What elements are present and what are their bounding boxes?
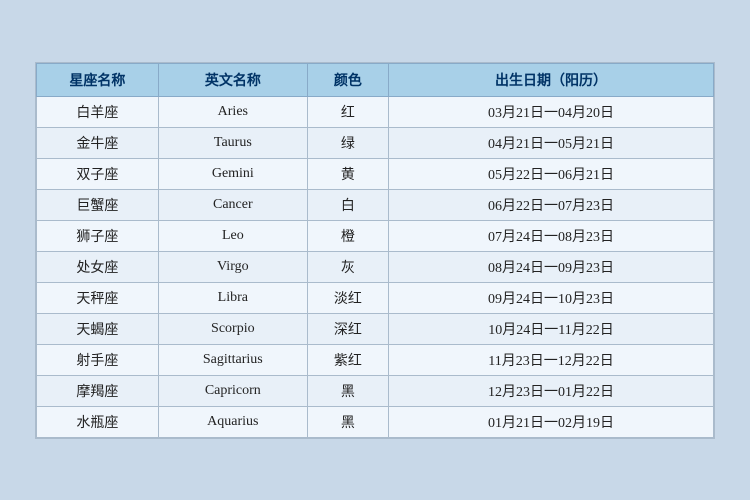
cell-chinese: 巨蟹座 <box>37 189 159 220</box>
cell-date: 04月21日一05月21日 <box>389 127 714 158</box>
cell-chinese: 双子座 <box>37 158 159 189</box>
cell-date: 05月22日一06月21日 <box>389 158 714 189</box>
cell-english: Cancer <box>158 189 307 220</box>
cell-chinese: 天秤座 <box>37 282 159 313</box>
header-chinese: 星座名称 <box>37 63 159 96</box>
cell-chinese: 处女座 <box>37 251 159 282</box>
cell-date: 06月22日一07月23日 <box>389 189 714 220</box>
cell-date: 07月24日一08月23日 <box>389 220 714 251</box>
cell-date: 01月21日一02月19日 <box>389 406 714 437</box>
cell-english: Aries <box>158 96 307 127</box>
cell-date: 11月23日一12月22日 <box>389 344 714 375</box>
cell-color: 黑 <box>307 406 388 437</box>
cell-color: 绿 <box>307 127 388 158</box>
cell-english: Aquarius <box>158 406 307 437</box>
cell-english: Leo <box>158 220 307 251</box>
cell-color: 白 <box>307 189 388 220</box>
cell-color: 深红 <box>307 313 388 344</box>
cell-color: 橙 <box>307 220 388 251</box>
cell-chinese: 摩羯座 <box>37 375 159 406</box>
cell-date: 12月23日一01月22日 <box>389 375 714 406</box>
cell-english: Virgo <box>158 251 307 282</box>
header-date: 出生日期（阳历） <box>389 63 714 96</box>
table-row: 水瓶座Aquarius黑01月21日一02月19日 <box>37 406 714 437</box>
cell-english: Taurus <box>158 127 307 158</box>
cell-color: 红 <box>307 96 388 127</box>
table-row: 天秤座Libra淡红09月24日一10月23日 <box>37 282 714 313</box>
table-row: 天蝎座Scorpio深红10月24日一11月22日 <box>37 313 714 344</box>
cell-chinese: 白羊座 <box>37 96 159 127</box>
cell-date: 03月21日一04月20日 <box>389 96 714 127</box>
table-row: 金牛座Taurus绿04月21日一05月21日 <box>37 127 714 158</box>
cell-chinese: 射手座 <box>37 344 159 375</box>
cell-date: 10月24日一11月22日 <box>389 313 714 344</box>
table-body: 白羊座Aries红03月21日一04月20日金牛座Taurus绿04月21日一0… <box>37 96 714 437</box>
cell-chinese: 水瓶座 <box>37 406 159 437</box>
header-english: 英文名称 <box>158 63 307 96</box>
cell-chinese: 狮子座 <box>37 220 159 251</box>
cell-color: 黑 <box>307 375 388 406</box>
cell-english: Capricorn <box>158 375 307 406</box>
table-row: 巨蟹座Cancer白06月22日一07月23日 <box>37 189 714 220</box>
cell-chinese: 金牛座 <box>37 127 159 158</box>
table-row: 双子座Gemini黄05月22日一06月21日 <box>37 158 714 189</box>
table-row: 处女座Virgo灰08月24日一09月23日 <box>37 251 714 282</box>
cell-color: 黄 <box>307 158 388 189</box>
zodiac-table: 星座名称 英文名称 颜色 出生日期（阳历） 白羊座Aries红03月21日一04… <box>36 63 714 438</box>
table-row: 射手座Sagittarius紫红11月23日一12月22日 <box>37 344 714 375</box>
table-header-row: 星座名称 英文名称 颜色 出生日期（阳历） <box>37 63 714 96</box>
cell-color: 淡红 <box>307 282 388 313</box>
table-row: 狮子座Leo橙07月24日一08月23日 <box>37 220 714 251</box>
cell-color: 灰 <box>307 251 388 282</box>
cell-english: Sagittarius <box>158 344 307 375</box>
cell-color: 紫红 <box>307 344 388 375</box>
cell-date: 09月24日一10月23日 <box>389 282 714 313</box>
cell-english: Gemini <box>158 158 307 189</box>
header-color: 颜色 <box>307 63 388 96</box>
cell-date: 08月24日一09月23日 <box>389 251 714 282</box>
cell-english: Libra <box>158 282 307 313</box>
cell-english: Scorpio <box>158 313 307 344</box>
zodiac-table-container: 星座名称 英文名称 颜色 出生日期（阳历） 白羊座Aries红03月21日一04… <box>35 62 715 439</box>
cell-chinese: 天蝎座 <box>37 313 159 344</box>
table-row: 摩羯座Capricorn黑12月23日一01月22日 <box>37 375 714 406</box>
table-row: 白羊座Aries红03月21日一04月20日 <box>37 96 714 127</box>
